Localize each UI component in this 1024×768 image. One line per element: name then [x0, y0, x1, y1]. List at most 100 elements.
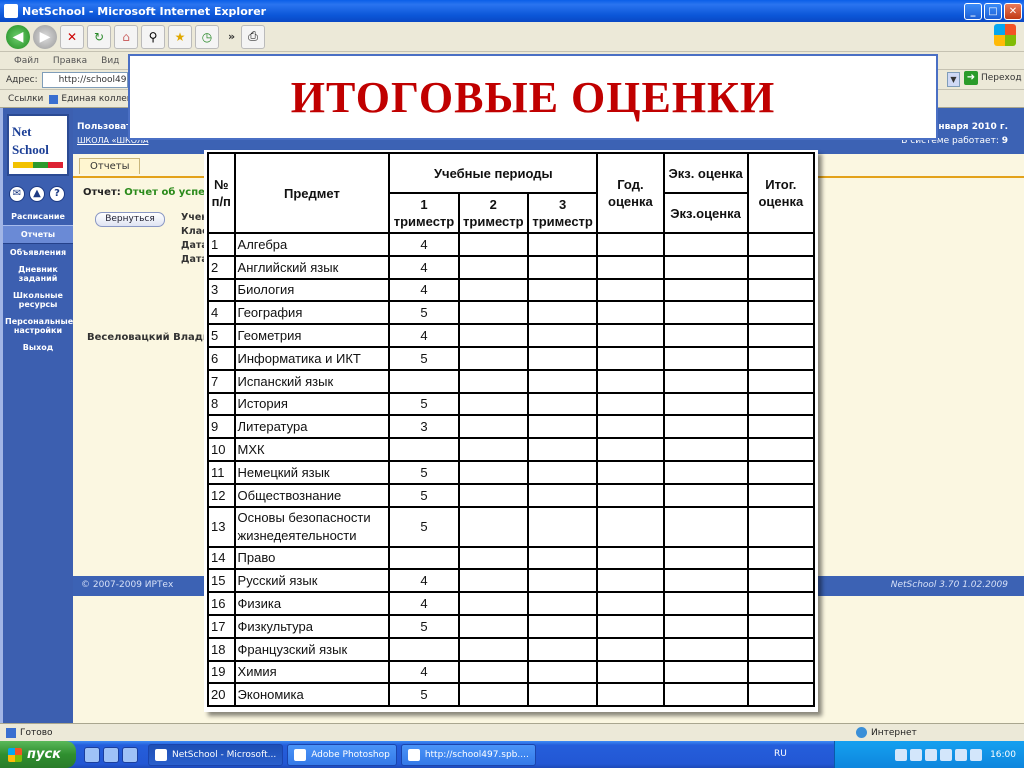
task-netschool-label: NetSchool - Microsoft...: [172, 749, 277, 760]
row-final-grade: [746, 277, 816, 303]
search-icon[interactable]: ⚲: [141, 24, 165, 49]
sidebar-item-schedule[interactable]: Расписание: [3, 208, 73, 225]
task-school-url-label: http://school497.spb....: [424, 749, 529, 760]
quicklaunch-desktop-icon[interactable]: [84, 746, 100, 763]
row-term-2: [457, 277, 529, 303]
sidebar-item-diary[interactable]: Дневник заданий: [3, 261, 73, 287]
row-final-grade: [746, 323, 816, 348]
users-icon[interactable]: ▲: [29, 186, 45, 202]
row-year-grade: [596, 323, 665, 348]
row-term-3: [526, 545, 599, 571]
menu-view[interactable]: Вид: [101, 56, 119, 66]
quicklaunch-ie-icon[interactable]: [122, 746, 138, 763]
tray-icon-3[interactable]: [925, 748, 938, 761]
table-row: 12 Обществознание 5: [207, 482, 816, 508]
header-term-3: 3 триместр: [526, 192, 599, 234]
row-term-2: [457, 254, 529, 280]
table-row: 13 Основы безопасности жизнедеятельности 5: [207, 505, 816, 548]
tray-icon-4[interactable]: [940, 748, 953, 761]
start-button[interactable]: пуск: [0, 741, 76, 768]
minimize-button[interactable]: _: [964, 2, 982, 20]
toolbar-more-icon[interactable]: »: [228, 30, 235, 43]
sidebar-item-reports[interactable]: Отчеты: [3, 225, 73, 244]
task-netschool[interactable]: NetSchool - Microsoft...: [148, 743, 284, 766]
row-subject: Физкультура: [233, 613, 391, 639]
row-exam-grade: [662, 636, 749, 662]
sidebar-menu: Расписание Отчеты Объявления Дневник зад…: [3, 208, 73, 356]
row-year-grade: [596, 482, 665, 508]
home-icon[interactable]: ⌂: [114, 24, 138, 49]
table-row: 11 Немецкий язык 5: [207, 459, 816, 485]
language-indicator[interactable]: RU: [774, 749, 787, 759]
row-year-grade: [596, 414, 665, 440]
row-exam-grade: [662, 591, 749, 616]
favorites-icon[interactable]: ★: [168, 24, 192, 49]
row-subject: Химия: [233, 659, 391, 685]
row-number: 20: [207, 682, 236, 708]
sidebar-item-announcements[interactable]: Объявления: [3, 244, 73, 261]
row-subject: История: [233, 391, 391, 417]
grades-table-body: 1 Алгебра 4 2 Английский язык 4 3 Биология 4 4 Гео…: [207, 232, 816, 708]
sidebar-icons: ✉ ▲ ?: [9, 186, 65, 202]
sidebar-item-resources[interactable]: Школьные ресурсы: [3, 287, 73, 313]
quicklaunch-browser-icon[interactable]: [103, 746, 119, 763]
row-term-1: 5: [388, 482, 460, 508]
row-exam-grade: [662, 659, 749, 685]
row-exam-grade: [662, 505, 749, 548]
row-term-1: 5: [388, 459, 460, 485]
page-title: ИТОГОВЫЕ ОЦЕНКИ: [290, 72, 776, 122]
links-item[interactable]: Единая коллекц: [49, 94, 138, 104]
print-icon[interactable]: ⎙: [241, 24, 266, 49]
mail-icon[interactable]: ✉: [9, 186, 25, 202]
address-dropdown-icon[interactable]: ▼: [947, 72, 960, 87]
stop-icon[interactable]: ✕: [60, 24, 84, 49]
row-term-1: 4: [388, 232, 460, 257]
task-school-url[interactable]: http://school497.spb....: [400, 743, 536, 766]
address-input[interactable]: http://school497: [41, 71, 128, 88]
sidebar-item-exit[interactable]: Выход: [3, 339, 73, 356]
table-row: 1 Алгебра 4: [207, 232, 816, 257]
task-photoshop[interactable]: Adobe Photoshop: [287, 743, 397, 766]
row-year-grade: [596, 636, 665, 662]
row-term-2: [457, 232, 529, 257]
row-term-2: [457, 345, 529, 371]
row-term-3: [526, 391, 599, 417]
tray-icon-2[interactable]: [910, 748, 923, 761]
row-exam-grade: [662, 459, 749, 485]
row-exam-grade: [662, 482, 749, 508]
forward-icon[interactable]: ▶: [33, 24, 57, 49]
row-final-grade: [746, 254, 816, 280]
back-icon[interactable]: ◀: [6, 24, 30, 49]
row-final-grade: [746, 459, 816, 485]
refresh-icon[interactable]: ↻: [87, 24, 111, 49]
windows-logo-icon: [994, 24, 1016, 46]
grades-table-panel: № п/п Предмет Учебные периоды Год. оценк…: [204, 150, 818, 712]
history-icon[interactable]: ◷: [195, 24, 219, 49]
row-subject: Физика: [233, 591, 391, 616]
tray-icon-1[interactable]: [895, 748, 908, 761]
row-number: 13: [207, 505, 236, 548]
menu-file[interactable]: Файл: [14, 56, 39, 66]
help-icon[interactable]: ?: [49, 186, 65, 202]
tab-reports[interactable]: Отчеты: [79, 158, 141, 174]
sidebar-item-settings[interactable]: Персональные настройки: [3, 313, 73, 339]
row-number: 10: [207, 437, 236, 462]
menu-edit[interactable]: Правка: [53, 56, 87, 66]
row-year-grade: [596, 254, 665, 280]
tray-icon-6[interactable]: [970, 748, 983, 761]
row-subject: Испанский язык: [233, 368, 391, 394]
table-row: 16 Физика 4: [207, 591, 816, 616]
row-term-3: [526, 345, 599, 371]
close-button[interactable]: ✕: [1004, 2, 1022, 20]
row-term-3: [526, 659, 599, 685]
go-button[interactable]: ➜ Переход: [964, 71, 1022, 85]
row-final-grade: [746, 345, 816, 371]
tray-icon-5[interactable]: [955, 748, 968, 761]
table-row: 6 Информатика и ИКТ 5: [207, 345, 816, 371]
row-term-2: [457, 591, 529, 616]
row-term-2: [457, 682, 529, 708]
back-button[interactable]: Вернуться: [95, 212, 165, 227]
student-name: Веселовацкий Влади: [87, 332, 210, 343]
maximize-button[interactable]: □: [984, 2, 1002, 20]
row-final-grade: [746, 391, 816, 417]
